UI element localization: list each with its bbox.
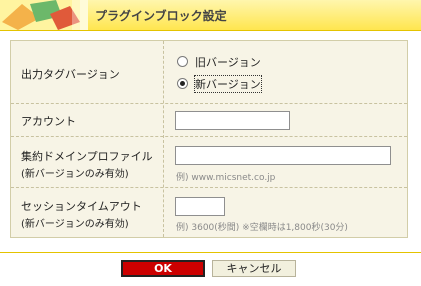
domain-label-text: 集約ドメインプロファイル (21, 150, 153, 163)
domain-input[interactable] (175, 146, 391, 165)
old-version-radio[interactable] (177, 56, 188, 67)
timeout-input[interactable] (175, 197, 225, 216)
dialog-title: プラグインブロック設定 (95, 9, 227, 23)
version-row: 出力タグバージョン 旧バージョン 新バージョン (11, 41, 407, 103)
domain-row: 集約ドメインプロファイル (新バージョンのみ有効) 例) www.micsnet… (11, 136, 407, 188)
plugin-block-logo-icon (0, 0, 88, 30)
footer-divider (0, 252, 421, 253)
account-row: アカウント (11, 103, 407, 137)
old-version-label[interactable]: 旧バージョン (195, 54, 261, 70)
ok-button[interactable]: OK (121, 260, 205, 277)
domain-note: (新バージョンのみ有効) (21, 169, 129, 180)
account-input[interactable] (175, 111, 290, 130)
account-label: アカウント (21, 115, 76, 128)
settings-form: 出力タグバージョン 旧バージョン 新バージョン アカウント 集約ドメインプロファ… (10, 40, 408, 238)
cancel-button[interactable]: キャンセル (212, 260, 296, 277)
version-label: 出力タグバージョン (21, 68, 120, 81)
dialog-header: プラグインブロック設定 (0, 0, 421, 31)
timeout-row: セッションタイムアウト (新バージョンのみ有効) 例) 3600(秒間) ※空欄… (11, 187, 407, 238)
new-version-label[interactable]: 新バージョン (194, 75, 262, 93)
timeout-label: セッションタイムアウト (新バージョンのみ有効) (21, 198, 142, 230)
timeout-note: (新バージョンのみ有効) (21, 219, 129, 230)
timeout-hint: 例) 3600(秒間) ※空欄時は1,800秒(30分) (176, 223, 348, 233)
domain-label: 集約ドメインプロファイル (新バージョンのみ有効) (21, 148, 153, 180)
new-version-radio[interactable] (177, 78, 188, 89)
domain-hint: 例) www.micsnet.co.jp (176, 173, 276, 183)
timeout-label-text: セッションタイムアウト (21, 200, 142, 213)
